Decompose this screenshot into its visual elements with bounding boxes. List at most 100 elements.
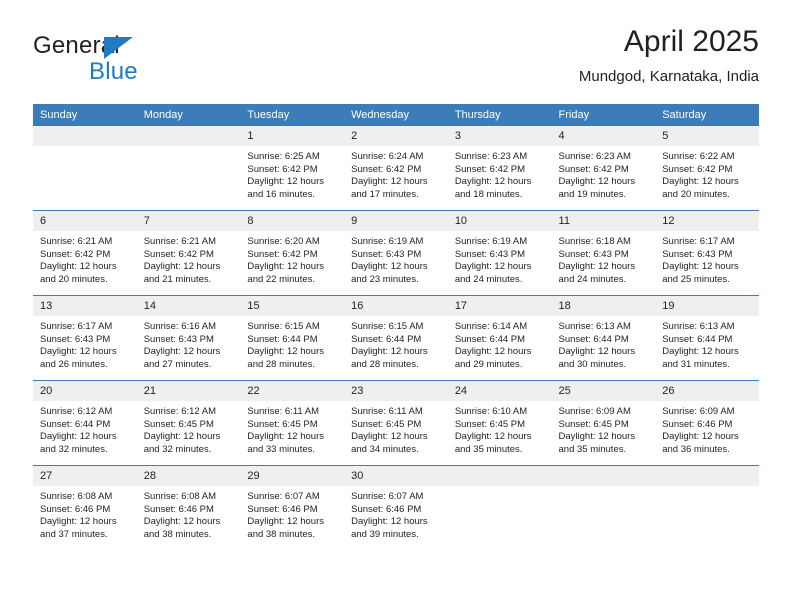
sunrise-text: Sunrise: 6:08 AM (40, 491, 113, 502)
day-details: Sunrise: 6:09 AM Sunset: 6:45 PM Dayligh… (552, 401, 656, 456)
daylight-text-line2: and 24 minutes. (558, 273, 627, 285)
day-cell[interactable]: 28 Sunrise: 6:08 AM Sunset: 6:46 PM Dayl… (136, 465, 241, 550)
day-details: Sunrise: 6:22 AM Sunset: 6:42 PM Dayligh… (655, 146, 759, 201)
daylight-text-line2: and 20 minutes. (40, 273, 108, 285)
daylight-text-line2: and 35 minutes. (558, 443, 627, 455)
calendar-body: 1 Sunrise: 6:25 AM Sunset: 6:42 PM Dayli… (33, 126, 759, 550)
day-cell[interactable]: 9 Sunrise: 6:19 AM Sunset: 6:43 PM Dayli… (344, 210, 448, 296)
daylight-text-line1: Daylight: 12 hours (351, 346, 428, 358)
daylight-text-line1: Daylight: 12 hours (662, 346, 739, 358)
weekday-header-tuesday: Tuesday (240, 104, 345, 126)
day-cell[interactable]: 12 Sunrise: 6:17 AM Sunset: 6:43 PM Dayl… (655, 210, 759, 296)
day-cell[interactable]: 20 Sunrise: 6:12 AM Sunset: 6:44 PM Dayl… (33, 380, 137, 466)
day-cell[interactable]: 24 Sunrise: 6:10 AM Sunset: 6:45 PM Dayl… (447, 380, 552, 466)
weekday-header-friday: Friday (551, 104, 656, 126)
sunset-text: Sunset: 6:42 PM (40, 248, 111, 260)
sunset-text: Sunset: 6:46 PM (662, 418, 733, 430)
day-cell[interactable]: 27 Sunrise: 6:08 AM Sunset: 6:46 PM Dayl… (33, 465, 137, 550)
sunset-text: Sunset: 6:45 PM (454, 418, 526, 430)
day-details: Sunrise: 6:16 AM Sunset: 6:43 PM Dayligh… (137, 316, 241, 371)
sunrise-text: Sunrise: 6:09 AM (558, 406, 631, 417)
daylight-text-line1: Daylight: 12 hours (247, 516, 324, 528)
daylight-text-line2: and 27 minutes. (143, 358, 212, 370)
day-cell[interactable]: 19 Sunrise: 6:13 AM Sunset: 6:44 PM Dayl… (655, 295, 759, 381)
title-block: April 2025 Mundgod, Karnataka, India (579, 24, 759, 88)
day-details: Sunrise: 6:11 AM Sunset: 6:45 PM Dayligh… (344, 401, 448, 456)
daylight-text-line2: and 39 minutes. (351, 528, 419, 540)
daylight-text-line1: Daylight: 12 hours (351, 516, 428, 528)
day-number (551, 466, 656, 486)
day-number: 10 (447, 211, 552, 231)
day-cell (551, 465, 656, 550)
day-cell[interactable]: 14 Sunrise: 6:16 AM Sunset: 6:43 PM Dayl… (136, 295, 241, 381)
sunrise-text: Sunrise: 6:16 AM (143, 321, 217, 332)
daylight-text-line2: and 32 minutes. (40, 443, 108, 455)
day-cell[interactable]: 22 Sunrise: 6:11 AM Sunset: 6:45 PM Dayl… (240, 380, 345, 466)
day-cell[interactable]: 8 Sunrise: 6:20 AM Sunset: 6:42 PM Dayli… (240, 210, 345, 296)
day-cell[interactable]: 13 Sunrise: 6:17 AM Sunset: 6:43 PM Dayl… (33, 295, 137, 381)
day-cell[interactable]: 25 Sunrise: 6:09 AM Sunset: 6:45 PM Dayl… (551, 380, 656, 466)
day-number: 15 (240, 296, 345, 316)
day-cell[interactable]: 7 Sunrise: 6:21 AM Sunset: 6:42 PM Dayli… (136, 210, 241, 296)
day-details: Sunrise: 6:07 AM Sunset: 6:46 PM Dayligh… (344, 486, 448, 541)
daylight-text-line1: Daylight: 12 hours (454, 261, 532, 273)
daylight-text-line1: Daylight: 12 hours (454, 346, 532, 358)
day-details: Sunrise: 6:24 AM Sunset: 6:42 PM Dayligh… (344, 146, 448, 201)
daylight-text-line1: Daylight: 12 hours (558, 346, 636, 358)
sunset-text: Sunset: 6:44 PM (558, 333, 629, 345)
daylight-text-line1: Daylight: 12 hours (454, 176, 532, 188)
sunrise-text: Sunrise: 6:18 AM (558, 236, 631, 247)
week-row: 27 Sunrise: 6:08 AM Sunset: 6:46 PM Dayl… (33, 465, 759, 550)
day-number: 23 (344, 381, 448, 401)
day-cell[interactable]: 26 Sunrise: 6:09 AM Sunset: 6:46 PM Dayl… (655, 380, 759, 466)
sunset-text: Sunset: 6:45 PM (247, 418, 318, 430)
day-number: 6 (33, 211, 137, 231)
daylight-text-line2: and 30 minutes. (558, 358, 627, 370)
day-details: Sunrise: 6:21 AM Sunset: 6:42 PM Dayligh… (137, 231, 241, 286)
weekday-header-thursday: Thursday (447, 104, 552, 126)
day-cell[interactable]: 21 Sunrise: 6:12 AM Sunset: 6:45 PM Dayl… (136, 380, 241, 466)
sunrise-text: Sunrise: 6:21 AM (143, 236, 217, 247)
day-number: 16 (344, 296, 448, 316)
general-blue-logo[interactable]: General Blue (33, 32, 233, 88)
day-number: 11 (551, 211, 656, 231)
day-cell[interactable]: 29 Sunrise: 6:07 AM Sunset: 6:46 PM Dayl… (240, 465, 345, 550)
sunrise-text: Sunrise: 6:10 AM (454, 406, 528, 417)
day-cell[interactable]: 23 Sunrise: 6:11 AM Sunset: 6:45 PM Dayl… (344, 380, 448, 466)
day-cell[interactable]: 4 Sunrise: 6:23 AM Sunset: 6:42 PM Dayli… (551, 126, 656, 211)
daylight-text-line1: Daylight: 12 hours (143, 261, 221, 273)
day-cell[interactable]: 2 Sunrise: 6:24 AM Sunset: 6:42 PM Dayli… (344, 126, 448, 211)
daylight-text-line2: and 28 minutes. (351, 358, 419, 370)
sunrise-text: Sunrise: 6:07 AM (247, 491, 320, 502)
sunrise-text: Sunrise: 6:12 AM (143, 406, 217, 417)
day-cell (33, 126, 137, 211)
day-cell[interactable]: 3 Sunrise: 6:23 AM Sunset: 6:42 PM Dayli… (447, 126, 552, 211)
day-cell[interactable]: 6 Sunrise: 6:21 AM Sunset: 6:42 PM Dayli… (33, 210, 137, 296)
sunset-text: Sunset: 6:44 PM (454, 333, 526, 345)
day-cell[interactable]: 1 Sunrise: 6:25 AM Sunset: 6:42 PM Dayli… (240, 126, 345, 211)
day-number: 26 (655, 381, 759, 401)
day-number (136, 126, 241, 146)
day-cell[interactable]: 11 Sunrise: 6:18 AM Sunset: 6:43 PM Dayl… (551, 210, 656, 296)
day-cell[interactable]: 17 Sunrise: 6:14 AM Sunset: 6:44 PM Dayl… (447, 295, 552, 381)
sunrise-text: Sunrise: 6:19 AM (351, 236, 424, 247)
day-number: 21 (136, 381, 241, 401)
day-cell[interactable]: 16 Sunrise: 6:15 AM Sunset: 6:44 PM Dayl… (344, 295, 448, 381)
sunset-text: Sunset: 6:46 PM (40, 503, 111, 515)
sunrise-sunset-calendar: Sunday Monday Tuesday Wednesday Thursday… (33, 104, 759, 550)
sunrise-text: Sunrise: 6:14 AM (454, 321, 528, 332)
day-details: Sunrise: 6:23 AM Sunset: 6:42 PM Dayligh… (448, 146, 552, 201)
day-number: 22 (240, 381, 345, 401)
daylight-text-line1: Daylight: 12 hours (143, 516, 221, 528)
day-cell[interactable]: 18 Sunrise: 6:13 AM Sunset: 6:44 PM Dayl… (551, 295, 656, 381)
sunset-text: Sunset: 6:43 PM (662, 248, 733, 260)
day-cell[interactable]: 30 Sunrise: 6:07 AM Sunset: 6:46 PM Dayl… (344, 465, 448, 550)
sunset-text: Sunset: 6:46 PM (351, 503, 422, 515)
daylight-text-line1: Daylight: 12 hours (40, 346, 117, 358)
day-cell[interactable]: 10 Sunrise: 6:19 AM Sunset: 6:43 PM Dayl… (447, 210, 552, 296)
day-cell[interactable]: 15 Sunrise: 6:15 AM Sunset: 6:44 PM Dayl… (240, 295, 345, 381)
sunset-text: Sunset: 6:45 PM (558, 418, 629, 430)
daylight-text-line1: Daylight: 12 hours (247, 261, 324, 273)
day-cell[interactable]: 5 Sunrise: 6:22 AM Sunset: 6:42 PM Dayli… (655, 126, 759, 211)
sunrise-text: Sunrise: 6:21 AM (40, 236, 113, 247)
